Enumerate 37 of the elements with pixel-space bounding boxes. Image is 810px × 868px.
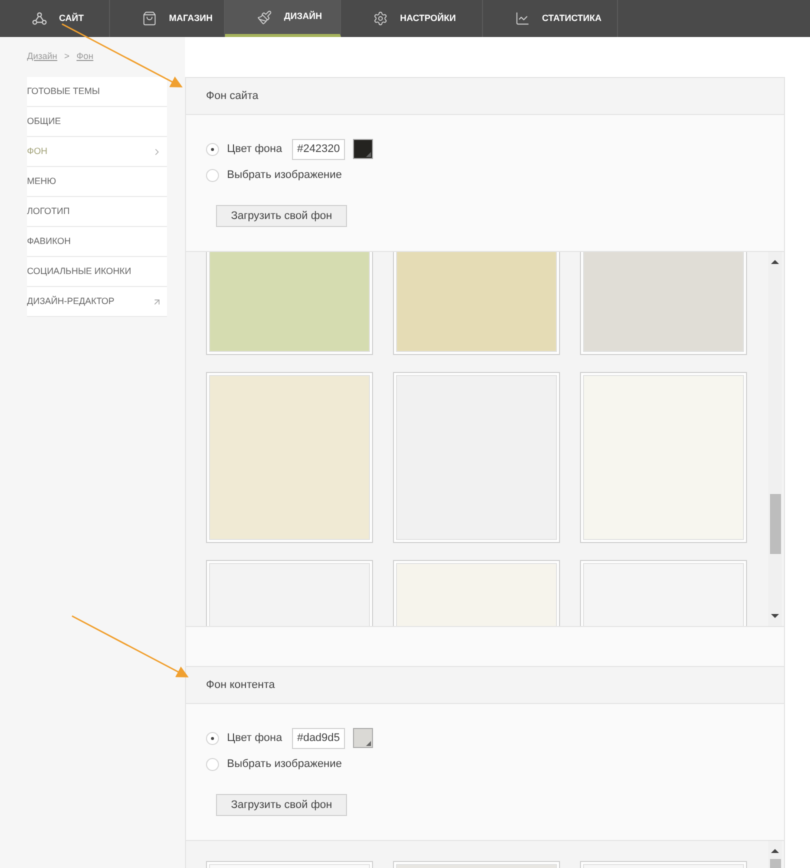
texture-tile[interactable] <box>580 372 747 543</box>
sidebar-item[interactable]: ГОТОВЫЕ ТЕМЫ <box>27 77 167 107</box>
texture-tile[interactable] <box>393 372 560 543</box>
radio-button[interactable] <box>206 168 219 182</box>
sidebar-item[interactable]: ФАВИКОН <box>27 227 167 257</box>
radio-button[interactable] <box>206 758 219 770</box>
radio-label: Цвет фона <box>227 730 282 746</box>
color-input[interactable]: #242320 <box>292 138 345 160</box>
radio-button[interactable] <box>206 142 219 156</box>
color-swatch[interactable] <box>352 728 373 748</box>
sidebar-item[interactable]: СОЦИАЛЬНЫЕ ИКОНКИ <box>27 257 167 287</box>
chart-icon <box>515 11 530 26</box>
sidebar-item[interactable]: ЛОГОТИП <box>27 197 167 227</box>
radio-label: Выбрать изображение <box>227 756 342 772</box>
breadcrumb-separator: > <box>64 50 70 64</box>
sidebar-item[interactable]: ДИЗАЙН-РЕДАКТОР <box>27 287 167 317</box>
nav-tab[interactable]: ДИЗАЙН <box>225 0 341 37</box>
sidebar-item[interactable]: МЕНЮ <box>27 167 167 197</box>
radio-label: Цвет фона <box>227 142 282 157</box>
section-header: Фон контента <box>186 667 784 704</box>
network-icon <box>32 11 47 26</box>
bag-icon <box>142 11 157 26</box>
radio-button[interactable] <box>206 732 219 744</box>
scrollbar[interactable] <box>768 252 782 626</box>
section-header: Фон сайта <box>186 78 784 115</box>
texture-tile[interactable] <box>206 372 373 543</box>
color-swatch[interactable] <box>352 139 373 159</box>
nav-tab[interactable]: НАСТРОЙКИ <box>341 0 483 37</box>
upload-button[interactable]: Загрузить свой фон <box>216 794 348 816</box>
sidebar-item[interactable]: ОБЩИЕ <box>27 107 167 137</box>
nav-tab[interactable]: СТАТИСТИКА <box>483 0 618 37</box>
brush-icon <box>257 10 272 24</box>
upload-button[interactable]: Загрузить свой фон <box>216 205 348 227</box>
radio-label: Выбрать изображение <box>227 168 342 183</box>
color-input[interactable]: #dad9d5 <box>292 728 345 748</box>
settings-icon <box>373 11 388 26</box>
external-link-icon <box>152 296 162 306</box>
